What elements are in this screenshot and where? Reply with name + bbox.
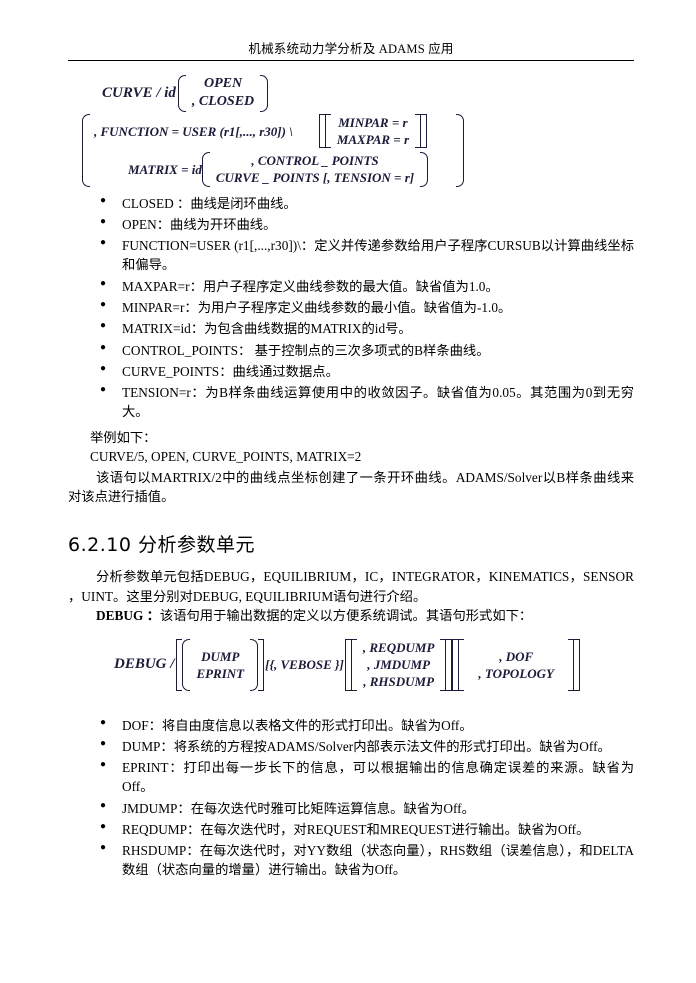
list-item: RHSDUMP：在每次迭代时，对YY数组（状态向量），RHS数组（误差信息），和… — [68, 841, 634, 880]
control-points-row: , CONTROL _ POINTS — [251, 153, 379, 169]
brace-left — [82, 113, 90, 187]
formula-debug-spacer — [68, 691, 634, 709]
par-inner-bracket: MINPAR = r MAXPAR = r — [324, 113, 421, 149]
list-item: CURVE_POINTS：曲线通过数据点。 — [68, 362, 634, 382]
curve-option-open: OPEN — [203, 76, 243, 91]
formula-curve-line2: , FUNCTION = USER (r1[,..., r30]) \ MINP… — [82, 113, 634, 187]
debug-dump-inner-bracket: , REQDUMP , JMDUMP , RHSDUMP — [350, 639, 447, 691]
header-divider — [68, 60, 634, 61]
curve-parameter-list: CLOSED ：曲线是闭环曲线。 OPEN：曲线为开环曲线。 FUNCTION=… — [68, 194, 634, 423]
list-item: DUMP：将系统的方程按ADAMS/Solver内部表示法文件的形式打印出。缺省… — [68, 737, 634, 757]
debug-dump-stack: , REQDUMP , JMDUMP , RHSDUMP — [357, 639, 441, 690]
bracket-right — [573, 639, 580, 691]
curve-function-row: , FUNCTION = USER (r1[,..., r30]) \ MINP… — [90, 113, 456, 149]
debug-parameter-list: DOF：将自由度信息以表格文件的形式打印出。缺省为Off。 DUMP：将系统的方… — [68, 716, 634, 881]
debug-mode-stack: DUMP EPRINT — [190, 639, 250, 690]
debug-output-stack: , DOF , TOPOLOGY — [464, 639, 568, 690]
brace-right — [420, 152, 429, 187]
brace-right — [456, 113, 465, 187]
debug-intro-text: 该语句用于输出数据的定义以方便系统调试。其语句形式如下： — [159, 607, 533, 623]
list-item: CONTROL_POINTS： 基于控制点的三次多项式的B样条曲线。 — [68, 341, 634, 361]
list-item: FUNCTION=USER (r1[,...,r30])\：定义并传递参数给用户… — [68, 236, 634, 275]
formula-curve-lead: CURVE / id — [102, 84, 176, 101]
debug-rhsdump: , RHSDUMP — [363, 674, 435, 690]
debug-output-inner-bracket: , DOF , TOPOLOGY — [458, 639, 574, 691]
curve-function-text: , FUNCTION = USER (r1[,..., r30]) \ — [94, 123, 293, 139]
example-block: 举例如下： CURVE/5, OPEN, CURVE_POINTS, MATRI… — [90, 428, 634, 467]
brace-left — [182, 639, 191, 691]
list-item: OPEN：曲线为开环曲线。 — [68, 215, 634, 235]
list-item: MATRIX=id：为包含曲线数据的MATRIX的id号。 — [68, 319, 634, 339]
example-code: CURVE/5, OPEN, CURVE_POINTS, MATRIX=2 — [90, 449, 362, 465]
curve-option-stack: OPEN , CLOSED — [186, 75, 260, 112]
curve-points-row: CURVE _ POINTS [, TENSION = r] — [215, 170, 415, 186]
debug-dof: , DOF — [499, 648, 534, 664]
maxpar-row: MAXPAR = r — [336, 132, 409, 148]
list-item: JMDUMP：在每次迭代时雅可比矩阵运算信息。缺省为Off。 — [68, 799, 634, 819]
debug-eprint: EPRINT — [196, 665, 245, 681]
debug-output-outer-bracket: , DOF , TOPOLOGY — [452, 639, 580, 691]
list-item: REQDUMP：在每次迭代时，对REQUEST和MREQUEST进行输出。缺省为… — [68, 820, 634, 840]
list-item: EPRINT：打印出每一步长下的信息，可以根据输出的信息确定误差的来源。缺省为O… — [68, 758, 634, 797]
points-stack: , CONTROL _ POINTS CURVE _ POINTS [, TEN… — [210, 152, 420, 186]
debug-topology: , TOPOLOGY — [478, 665, 554, 681]
example-description: 该语句以MARTRIX/2中的曲线点坐标创建了一条开环曲线。ADAMS/Solv… — [68, 469, 634, 504]
minpar-row: MINPAR = r — [338, 114, 408, 130]
debug-label: DEBUG ： — [96, 607, 160, 623]
list-item: CLOSED ：曲线是闭环曲线。 — [68, 194, 634, 214]
curve-spacer — [293, 114, 319, 148]
page-title: 6.2.10 分析参数单元 — [68, 534, 255, 557]
list-item: MINPAR=r：为用户子程序定义曲线参数的最小值。缺省值为-1.0。 — [68, 298, 634, 318]
debug-dump: DUMP — [201, 648, 240, 664]
curve-outer-brace: , FUNCTION = USER (r1[,..., r30]) \ MINP… — [82, 113, 465, 187]
brace-right — [260, 75, 269, 112]
brace-right — [250, 639, 259, 691]
curve-body-stack: , FUNCTION = USER (r1[,..., r30]) \ MINP… — [90, 113, 456, 187]
par-stack: MINPAR = r MAXPAR = r — [331, 114, 415, 148]
debug-mode-brace: DUMP EPRINT — [182, 639, 259, 691]
bracket-right — [421, 113, 427, 149]
formula-debug: DEBUG / DUMP EPRINT [{, VEBOSE }] , REQD… — [114, 639, 634, 691]
brace-left — [201, 152, 210, 187]
matrix-lead: MATRIX = id — [128, 161, 202, 177]
curve-option-closed: , CLOSED — [191, 94, 255, 110]
running-header: 机械系统动力学分析及 ADAMS 应用 — [248, 42, 454, 56]
debug-statement-intro: DEBUG ：该语句用于输出数据的定义以方便系统调试。其语句形式如下： — [68, 606, 634, 625]
debug-reqdump: , REQDUMP — [362, 640, 435, 656]
brace-left — [177, 75, 186, 112]
formula-debug-lead: DEBUG / — [114, 656, 175, 673]
curve-matrix-row: MATRIX = id , CONTROL _ POINTS CURVE _ P… — [90, 148, 456, 187]
list-item: MAXPAR=r：用户子程序定义曲线参数的最大值。缺省值为1.0。 — [68, 277, 634, 297]
example-label: 举例如下： — [90, 430, 157, 446]
section-intro: 分析参数单元包括DEBUG，EQUILIBRIUM，IC，INTEGRATOR，… — [68, 569, 634, 604]
list-item: TENSION=r：为B样条曲线运算使用中的收敛因子。缺省值为0.05。其范围为… — [68, 383, 634, 422]
matrix-trailing-space — [428, 152, 452, 186]
par-outer-bracket: MINPAR = r MAXPAR = r — [318, 113, 427, 149]
curve-option-brace: OPEN , CLOSED — [177, 75, 269, 112]
debug-dump-outer-bracket: , REQDUMP , JMDUMP , RHSDUMP — [344, 639, 453, 691]
formula-curve-line1: CURVE / id OPEN , CLOSED — [102, 75, 634, 112]
points-brace: , CONTROL _ POINTS CURVE _ POINTS [, TEN… — [201, 152, 429, 187]
matrix-indent — [94, 152, 128, 186]
debug-vebose: [{, VEBOSE }] — [265, 656, 344, 672]
list-item: DOF：将自由度信息以表格文件的形式打印出。缺省为Off。 — [68, 716, 634, 736]
page-content: 机械系统动力学分析及 ADAMS 应用 CURVE / id OPEN , CL… — [68, 38, 634, 883]
document-page: 机械系统动力学分析及 ADAMS 应用 CURVE / id OPEN , CL… — [0, 0, 696, 983]
debug-jmdump: , JMDUMP — [367, 657, 431, 673]
debug-mode-bracket: DUMP EPRINT — [176, 639, 265, 691]
